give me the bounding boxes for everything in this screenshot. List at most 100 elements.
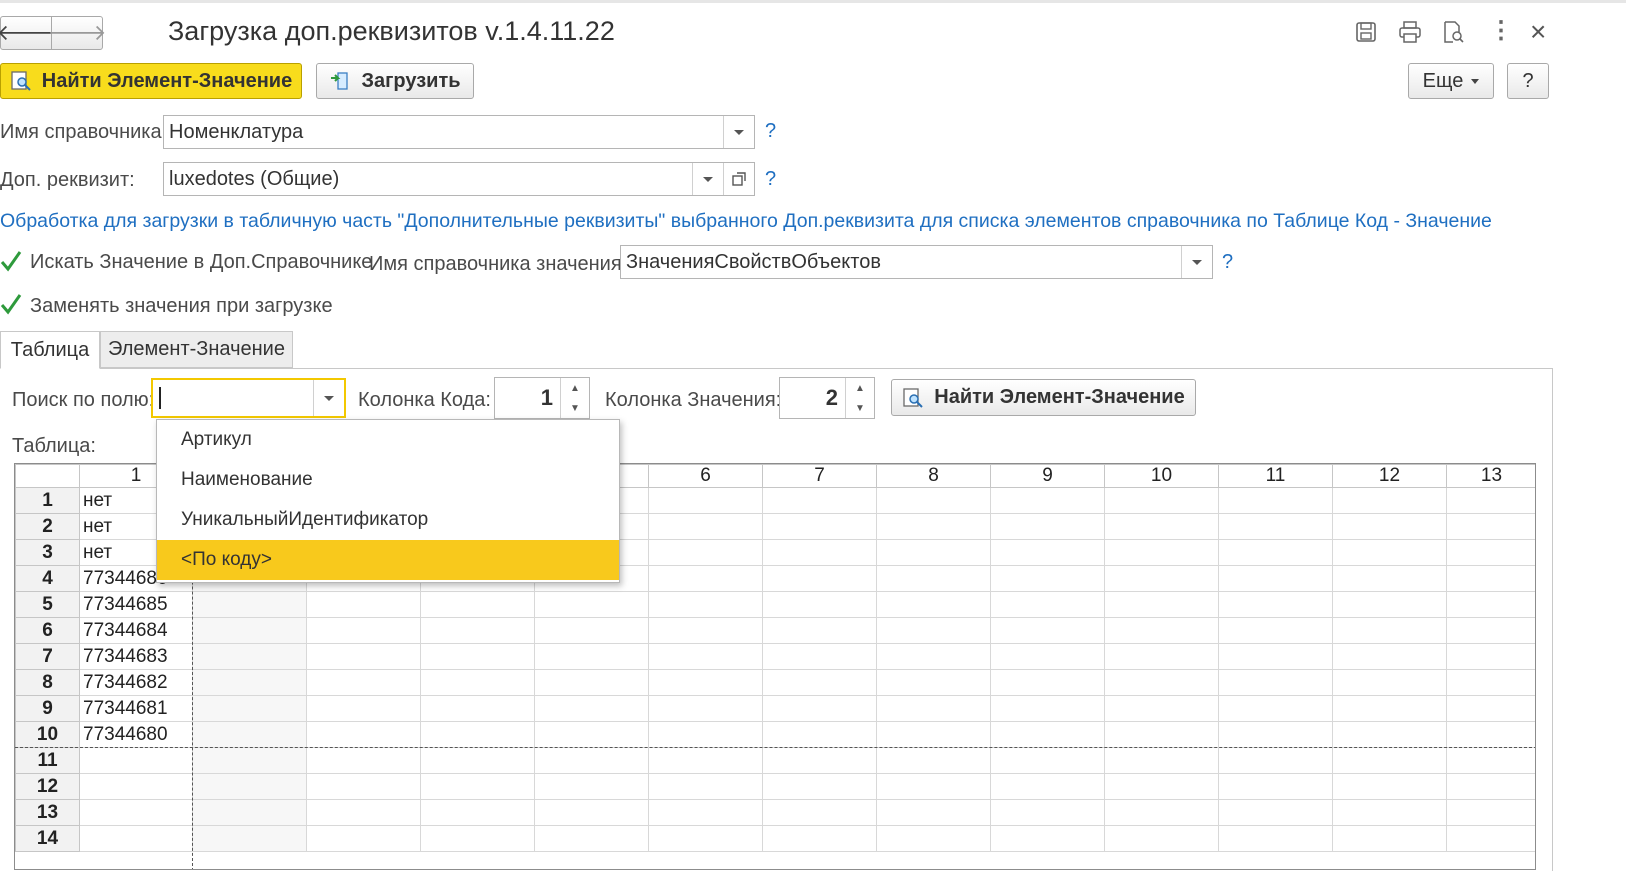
tab-table[interactable]: Таблица: [0, 331, 100, 369]
grid-cell[interactable]: [876, 825, 991, 852]
grid-cell[interactable]: [420, 669, 535, 696]
grid-cell[interactable]: [534, 695, 649, 722]
grid-cell[interactable]: [420, 825, 535, 852]
catalog-dropdown-button[interactable]: [723, 116, 754, 148]
row-header[interactable]: 3: [15, 539, 80, 566]
help-button[interactable]: ?: [1507, 63, 1549, 99]
row-header[interactable]: 14: [15, 825, 80, 852]
search-field-dropdown-list[interactable]: Артикул Наименование УникальныйИдентификат…: [156, 419, 620, 583]
row-header[interactable]: 13: [15, 799, 80, 826]
grid-cell[interactable]: [1332, 513, 1447, 540]
catalog-help-link[interactable]: ?: [765, 120, 776, 143]
stepper-down-icon[interactable]: ▼: [846, 398, 874, 418]
row-header[interactable]: 11: [15, 747, 80, 774]
grid-cell[interactable]: [192, 669, 307, 696]
grid-cell[interactable]: [1446, 565, 1535, 592]
grid-cell[interactable]: [306, 773, 421, 800]
column-header[interactable]: 6: [648, 464, 763, 488]
search-field-value[interactable]: [159, 387, 161, 409]
grid-cell[interactable]: [876, 513, 991, 540]
row-header[interactable]: 6: [15, 617, 80, 644]
search-field-combo[interactable]: [151, 378, 346, 418]
grid-cell[interactable]: [762, 747, 877, 774]
grid-cell[interactable]: [648, 617, 763, 644]
grid-cell[interactable]: [990, 591, 1105, 618]
grid-cell[interactable]: [1104, 695, 1219, 722]
row-header[interactable]: 1: [15, 487, 80, 514]
grid-cell[interactable]: [1446, 487, 1535, 514]
grid-cell[interactable]: [762, 513, 877, 540]
replace-values-checkbox[interactable]: [0, 293, 22, 315]
grid-cell[interactable]: [1104, 591, 1219, 618]
grid-cell[interactable]: 77344682: [79, 669, 193, 696]
grid-cell[interactable]: [648, 825, 763, 852]
search-in-catalog-checkbox[interactable]: [0, 250, 22, 272]
value-catalog-help-link[interactable]: ?: [1222, 251, 1233, 274]
grid-cell[interactable]: [306, 669, 421, 696]
grid-cell[interactable]: [1218, 721, 1333, 748]
grid-cell[interactable]: [192, 799, 307, 826]
grid-cell[interactable]: [1104, 643, 1219, 670]
grid-cell[interactable]: [876, 773, 991, 800]
more-button[interactable]: Еще: [1408, 63, 1494, 99]
row-header[interactable]: 9: [15, 695, 80, 722]
row-header[interactable]: 2: [15, 513, 80, 540]
grid-cell[interactable]: [420, 799, 535, 826]
grid-cell[interactable]: [876, 487, 991, 514]
grid-cell[interactable]: [990, 539, 1105, 566]
grid-cell[interactable]: [876, 565, 991, 592]
grid-cell[interactable]: [990, 513, 1105, 540]
grid-cell[interactable]: [1446, 643, 1535, 670]
grid-cell[interactable]: [876, 747, 991, 774]
grid-cell[interactable]: [990, 825, 1105, 852]
grid-cell[interactable]: [1446, 773, 1535, 800]
grid-cell[interactable]: [534, 799, 649, 826]
grid-cell[interactable]: [1332, 799, 1447, 826]
grid-cell[interactable]: [1332, 747, 1447, 774]
grid-cell[interactable]: [990, 487, 1105, 514]
dropdown-option[interactable]: УникальныйИдентификатор: [157, 500, 619, 540]
grid-cell[interactable]: [762, 539, 877, 566]
grid-cell[interactable]: [1332, 721, 1447, 748]
grid-cell[interactable]: [762, 695, 877, 722]
more-actions-icon[interactable]: ⋮: [1489, 16, 1513, 45]
grid-cell[interactable]: [420, 617, 535, 644]
row-header[interactable]: 5: [15, 591, 80, 618]
grid-cell[interactable]: [192, 591, 307, 618]
grid-cell[interactable]: [1104, 747, 1219, 774]
grid-cell[interactable]: [192, 695, 307, 722]
column-header[interactable]: 11: [1218, 464, 1333, 488]
find-element-value-tab-button[interactable]: Найти Элемент-Значение: [891, 379, 1196, 416]
column-header[interactable]: 7: [762, 464, 877, 488]
grid-cell[interactable]: [306, 695, 421, 722]
grid-cell[interactable]: 77344680: [79, 721, 193, 748]
column-header[interactable]: 8: [876, 464, 991, 488]
grid-cell[interactable]: [420, 747, 535, 774]
grid-cell[interactable]: [1104, 539, 1219, 566]
value-catalog-field[interactable]: ЗначенияСвойствОбъектов: [620, 245, 1213, 279]
grid-cell[interactable]: [1104, 617, 1219, 644]
grid-cell[interactable]: [79, 747, 193, 774]
stepper-down-icon[interactable]: ▼: [561, 398, 589, 418]
grid-cell[interactable]: [1446, 825, 1535, 852]
code-column-stepper[interactable]: 1 ▲ ▼: [494, 377, 590, 419]
grid-cell[interactable]: [79, 773, 193, 800]
row-header[interactable]: 7: [15, 643, 80, 670]
grid-cell[interactable]: [1332, 617, 1447, 644]
grid-cell[interactable]: [1446, 617, 1535, 644]
grid-cell[interactable]: [1332, 669, 1447, 696]
grid-cell[interactable]: [1446, 539, 1535, 566]
grid-cell[interactable]: [876, 617, 991, 644]
grid-cell[interactable]: [990, 617, 1105, 644]
grid-cell[interactable]: [990, 669, 1105, 696]
value-column-value[interactable]: 2: [826, 378, 838, 418]
grid-corner[interactable]: [15, 464, 80, 488]
find-element-value-button[interactable]: Найти Элемент-Значение: [0, 63, 302, 99]
row-header[interactable]: 10: [15, 721, 80, 748]
grid-cell[interactable]: [534, 617, 649, 644]
replace-values-label[interactable]: Заменять значения при загрузке: [30, 295, 333, 318]
back-button[interactable]: 🡐: [0, 16, 56, 50]
grid-cell[interactable]: [762, 643, 877, 670]
grid-cell[interactable]: [648, 747, 763, 774]
grid-cell[interactable]: [1218, 643, 1333, 670]
